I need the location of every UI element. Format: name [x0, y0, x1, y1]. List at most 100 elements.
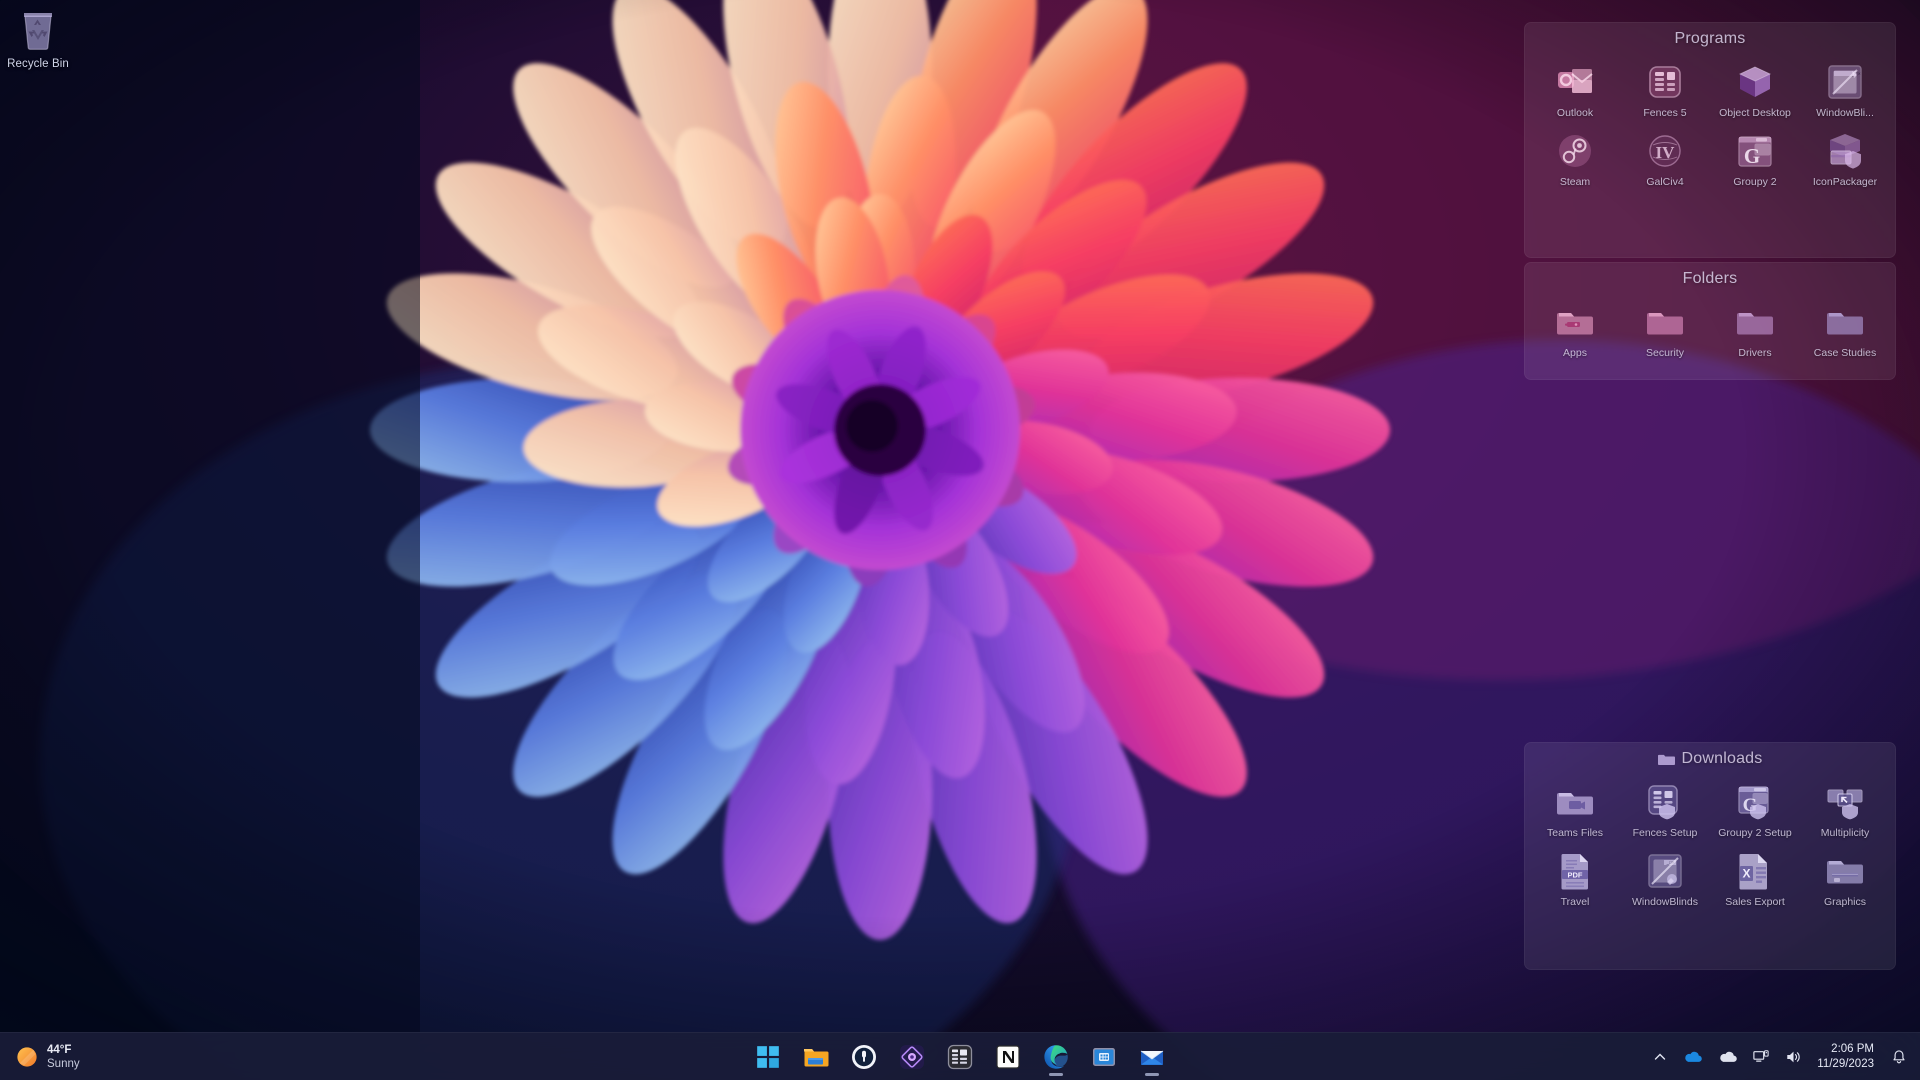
- fence-title-text: Programs: [1674, 30, 1746, 47]
- fence-item-label: Sales Export: [1725, 896, 1785, 908]
- fences-setup-icon: [1648, 785, 1678, 820]
- fence-item-fences-5[interactable]: Fences 5: [1620, 56, 1710, 123]
- taskbar-groupy[interactable]: [892, 1037, 932, 1077]
- mail-icon: [1140, 1050, 1164, 1065]
- network-icon: [1753, 1050, 1769, 1062]
- fence-item-label: Teams Files: [1546, 827, 1603, 839]
- speaker-icon: [1787, 1051, 1800, 1063]
- fence-folders-title[interactable]: Folders: [1524, 262, 1896, 290]
- tray-show-hidden-icons[interactable]: [1646, 1040, 1674, 1074]
- tray-network[interactable]: [1746, 1040, 1776, 1074]
- pdf-file-icon: PDF: [1561, 854, 1588, 890]
- fence-item-label: WindowBli...: [1816, 107, 1874, 119]
- fence-item-teams-files[interactable]: Teams Files: [1530, 776, 1620, 843]
- fence-folders-grid: Apps Security Drivers Case Studies: [1524, 290, 1896, 373]
- fence-item-graphics[interactable]: Graphics: [1800, 845, 1890, 912]
- taskbar: 44°F Sunny 2:06 PM 11/29/2023: [0, 1032, 1920, 1080]
- taskbar-edge[interactable]: [1036, 1037, 1076, 1077]
- fence-item-outlook[interactable]: Outlook: [1530, 56, 1620, 123]
- fence-item-object-desktop[interactable]: Object Desktop: [1710, 56, 1800, 123]
- taskbar-start-button[interactable]: [748, 1037, 788, 1077]
- fence-item-case-studies[interactable]: Case Studies: [1800, 296, 1890, 363]
- taskbar-mail[interactable]: [1132, 1037, 1172, 1077]
- groupy-taskbar-icon: [900, 1044, 924, 1069]
- tray-onedrive-personal[interactable]: [1711, 1040, 1744, 1074]
- fence-programs[interactable]: Programs Outlook Fences 5 Object Desktop…: [1524, 22, 1896, 258]
- taskbar-fences[interactable]: [940, 1037, 980, 1077]
- windowblinds-icon: _□×: [1828, 65, 1862, 99]
- fence-item-label: Steam: [1559, 176, 1591, 188]
- windows-logo-icon: [757, 1045, 779, 1068]
- fence-item-label: GalCiv4: [1646, 176, 1684, 188]
- fence-item-security[interactable]: Security: [1620, 296, 1710, 363]
- galciv4-icon: IV: [1649, 135, 1681, 167]
- folder-apps-icon: [1557, 313, 1593, 335]
- fence-item-label: Graphics: [1823, 896, 1866, 908]
- desktop: Recycle Bin Programs Outlook Fences 5 Ob…: [0, 0, 1920, 1080]
- chevron-up-icon: [1655, 1053, 1666, 1060]
- fence-item-iconpackager[interactable]: IconPackager: [1800, 125, 1890, 192]
- fence-downloads[interactable]: Downloads Teams Files Fences Setup G Gro…: [1524, 742, 1896, 970]
- taskbar-app-list: [748, 1033, 1172, 1080]
- fence-item-label: Groupy 2: [1733, 176, 1777, 188]
- fence-item-multiplicity[interactable]: Multiplicity: [1800, 776, 1890, 843]
- notion-icon: [996, 1044, 1020, 1069]
- groupy-icon: G: [1738, 136, 1772, 168]
- tray-volume[interactable]: [1778, 1040, 1809, 1074]
- bell-icon: [1893, 1050, 1905, 1064]
- fence-downloads-title[interactable]: Downloads: [1524, 742, 1896, 770]
- windowblinds-icon: _□×: [1648, 854, 1682, 888]
- weather-widget[interactable]: 44°F Sunny: [10, 1039, 90, 1075]
- fence-item-steam[interactable]: Steam: [1530, 125, 1620, 192]
- fence-item-label: Security: [1646, 347, 1684, 359]
- fence-folders[interactable]: Folders Apps Security Drivers Case Studi…: [1524, 262, 1896, 380]
- excel-file-icon: X: [1739, 854, 1767, 890]
- multiplicity-icon: [1827, 789, 1863, 820]
- fence-item-travel[interactable]: PDF Travel: [1530, 845, 1620, 912]
- fence-item-groupy-2-setup[interactable]: G Groupy 2 Setup: [1710, 776, 1800, 843]
- fence-item-label: Fences Setup: [1632, 827, 1698, 839]
- fence-programs-title[interactable]: Programs: [1524, 22, 1896, 50]
- fence-item-windowblinds[interactable]: _□× WindowBli...: [1800, 56, 1890, 123]
- taskbar-file-explorer[interactable]: [796, 1037, 836, 1077]
- fence-item-windowblinds-dl[interactable]: _□× WindowBlinds: [1620, 845, 1710, 912]
- system-tray: 2:06 PM 11/29/2023: [1646, 1033, 1920, 1080]
- fence-item-label: Object Desktop: [1719, 107, 1791, 119]
- fence-item-sales-export[interactable]: X Sales Export: [1710, 845, 1800, 912]
- onepassword-icon: [852, 1044, 876, 1069]
- fence-title-text: Downloads: [1681, 750, 1763, 767]
- fence-item-label: Drivers: [1738, 347, 1772, 359]
- fence-item-drivers[interactable]: Drivers: [1710, 296, 1800, 363]
- fence-item-galciv4[interactable]: IV GalCiv4: [1620, 125, 1710, 192]
- fence-item-groupy-2[interactable]: G Groupy 2: [1710, 125, 1800, 192]
- folder-icon: [1657, 754, 1675, 765]
- fence-item-label: Outlook: [1556, 107, 1594, 119]
- outlook-icon: [1558, 69, 1593, 93]
- folder-icon: [1737, 313, 1773, 335]
- taskbar-notion[interactable]: [988, 1037, 1028, 1077]
- taskbar-clock[interactable]: 2:06 PM 11/29/2023: [1811, 1039, 1882, 1075]
- recycle-bin-icon: [24, 13, 52, 50]
- svg-text:G: G: [1744, 144, 1760, 168]
- clock-date: 11/29/2023: [1817, 1058, 1874, 1070]
- fence-item-label: Case Studies: [1813, 347, 1877, 359]
- object-desktop-icon: [1738, 66, 1772, 97]
- fence-item-label: Multiplicity: [1820, 827, 1870, 839]
- tray-notifications[interactable]: [1884, 1040, 1914, 1074]
- fence-item-label: WindowBlinds: [1632, 896, 1698, 908]
- fence-downloads-grid: Teams Files Fences Setup G Groupy 2 Setu…: [1524, 770, 1896, 922]
- fence-item-apps[interactable]: Apps: [1530, 296, 1620, 363]
- fence-item-label: Travel: [1560, 896, 1590, 908]
- tray-onedrive-work[interactable]: [1676, 1040, 1709, 1074]
- taskbar-multiplicity[interactable]: [1084, 1037, 1124, 1077]
- onedrive-white-icon: [1720, 1051, 1738, 1062]
- desktop-icon-recycle-bin[interactable]: Recycle Bin: [0, 6, 80, 71]
- taskbar-1password[interactable]: [844, 1037, 884, 1077]
- fence-item-label: IconPackager: [1812, 176, 1878, 188]
- fence-programs-grid: Outlook Fences 5 Object Desktop WindowBl…: [1524, 50, 1896, 202]
- sun-icon: [17, 1046, 37, 1067]
- fence-item-fences-setup[interactable]: Fences Setup: [1620, 776, 1710, 843]
- fence-item-label: Apps: [1563, 347, 1587, 359]
- multiplicity-taskbar-icon: [1093, 1047, 1115, 1066]
- weather-condition: Sunny: [47, 1057, 80, 1070]
